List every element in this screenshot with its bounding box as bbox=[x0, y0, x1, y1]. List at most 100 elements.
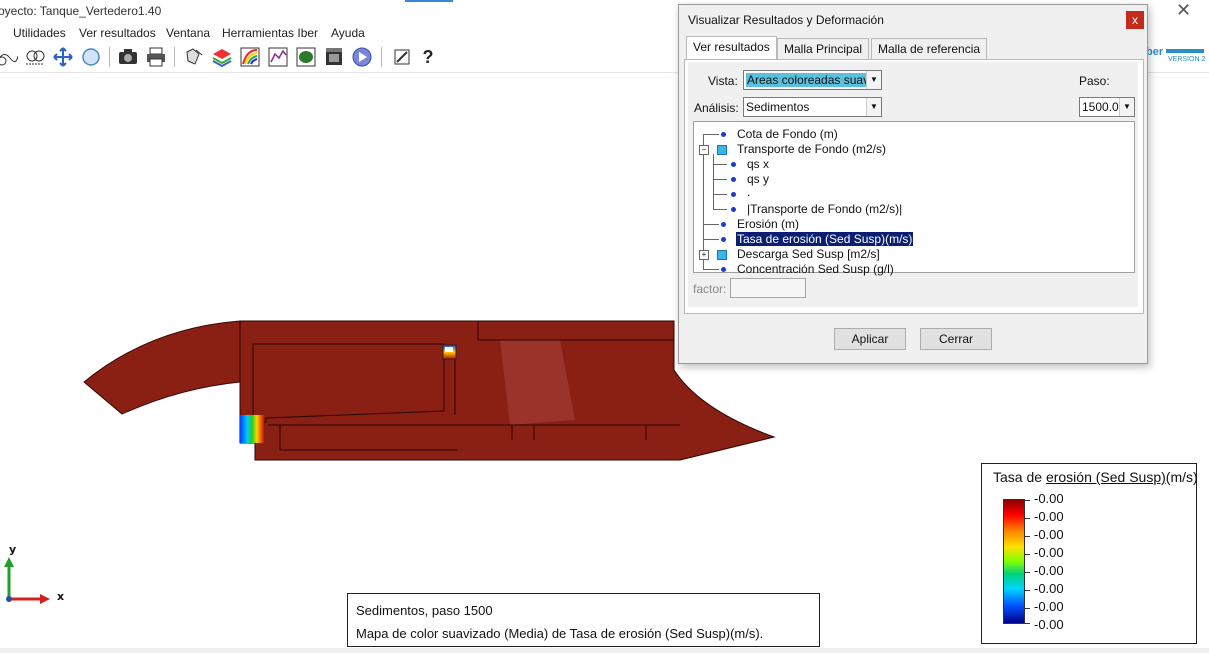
analisis-label: Análisis: bbox=[694, 101, 739, 115]
tab-malla-principal[interactable]: Malla Principal bbox=[777, 38, 870, 60]
y-axis-label: y bbox=[9, 543, 17, 556]
rainbow-icon[interactable] bbox=[239, 46, 261, 68]
legend-value: -0.00 bbox=[1034, 581, 1064, 596]
sphere-icon[interactable] bbox=[80, 46, 102, 68]
legend-tick bbox=[1025, 536, 1030, 537]
tree-item-transporte-abs[interactable]: |Transporte de Fondo (m2/s)| bbox=[747, 202, 902, 216]
tree-item-transporte-fondo[interactable]: Transporte de Fondo (m2/s) bbox=[737, 142, 886, 156]
tree-item-cota-fondo[interactable]: Cota de Fondo (m) bbox=[737, 127, 838, 141]
vista-select[interactable]: Areas coloreadas suave ▼ bbox=[743, 70, 882, 90]
analisis-value: Sedimentos bbox=[746, 100, 810, 114]
legend-title-pre: Tasa de bbox=[993, 469, 1046, 485]
dialog-title: Visualizar Resultados y Deformación bbox=[688, 13, 884, 27]
result-dot-icon bbox=[721, 267, 726, 272]
result-dot-icon bbox=[731, 207, 736, 212]
tree-item-erosion[interactable]: Erosión (m) bbox=[737, 217, 799, 231]
iber-logo: ber VERSION 2 bbox=[1146, 46, 1205, 63]
tree-branch bbox=[703, 269, 719, 270]
result-dot-icon bbox=[721, 237, 726, 242]
result-dot-icon bbox=[721, 222, 726, 227]
tab-malla-referencia[interactable]: Malla de referencia bbox=[871, 38, 988, 60]
tree-branch bbox=[703, 239, 719, 240]
chevron-down-icon[interactable]: ▼ bbox=[866, 71, 881, 89]
legend-value: -0.00 bbox=[1034, 617, 1064, 632]
rotate-icon[interactable] bbox=[183, 46, 205, 68]
inlet-hotspot bbox=[240, 415, 264, 443]
menu-ayuda[interactable]: Ayuda bbox=[331, 26, 365, 40]
play-icon[interactable] bbox=[351, 46, 373, 68]
tree-branch bbox=[713, 209, 727, 210]
legend-tick bbox=[1025, 572, 1030, 573]
menu-ver-resultados[interactable]: Ver resultados bbox=[79, 26, 156, 40]
tree-collapse-icon[interactable]: − bbox=[699, 145, 709, 155]
legend-value: -0.00 bbox=[1034, 599, 1064, 614]
dialog-close-button[interactable]: x bbox=[1126, 11, 1144, 29]
result-dot-icon bbox=[731, 162, 736, 167]
film-icon[interactable] bbox=[323, 46, 345, 68]
title-accent bbox=[405, 0, 453, 2]
tree-branch bbox=[713, 164, 727, 165]
tree-item-concentracion[interactable]: Concentración Sed Susp (g/l) bbox=[737, 262, 894, 276]
tree-branch bbox=[703, 224, 719, 225]
chevron-down-icon[interactable]: ▼ bbox=[1119, 98, 1134, 116]
analisis-select[interactable]: Sedimentos ▼ bbox=[743, 97, 882, 117]
bottom-strip bbox=[0, 648, 1209, 653]
menu-utilidades[interactable]: Utilidades bbox=[13, 26, 66, 40]
legend-value: -0.00 bbox=[1034, 509, 1064, 524]
menu-herramientas-iber[interactable]: Herramientas Iber bbox=[222, 26, 318, 40]
tab-ver-resultados[interactable]: Ver resultados bbox=[686, 36, 777, 61]
toolbar-separator bbox=[381, 47, 382, 67]
settings-icon[interactable] bbox=[391, 46, 413, 68]
tree-expand-icon[interactable]: + bbox=[699, 250, 709, 260]
axes-indicator bbox=[4, 557, 50, 604]
status-line-1: Sedimentos, paso 1500 bbox=[356, 603, 493, 618]
factor-label: factor: bbox=[693, 282, 727, 296]
menu-ventana[interactable]: Ventana bbox=[166, 26, 210, 40]
gauge-marker bbox=[445, 347, 453, 352]
logo-version: VERSION 2 bbox=[1168, 56, 1206, 63]
result-dot-icon bbox=[721, 132, 726, 137]
result-group-icon bbox=[717, 250, 727, 260]
pan-icon[interactable] bbox=[52, 46, 74, 68]
apply-button[interactable]: Aplicar bbox=[834, 328, 906, 350]
tree-line bbox=[713, 154, 714, 209]
result-dot-icon bbox=[731, 177, 736, 182]
legend-value: -0.00 bbox=[1034, 563, 1064, 578]
channel-inlet bbox=[83, 320, 241, 415]
results-tree: Cota de Fondo (m) − Transporte de Fondo … bbox=[693, 121, 1135, 276]
paso-select[interactable]: 1500.0 ▼ bbox=[1079, 97, 1135, 117]
tree-item-qs-x[interactable]: qs x bbox=[747, 157, 769, 171]
legend-value: -0.00 bbox=[1034, 545, 1064, 560]
tree-branch bbox=[713, 194, 727, 195]
legend-tick bbox=[1025, 518, 1030, 519]
print-icon[interactable] bbox=[145, 46, 167, 68]
tree-branch bbox=[713, 179, 727, 180]
layers-icon[interactable] bbox=[211, 46, 233, 68]
window-close-icon[interactable]: ✕ bbox=[1176, 0, 1191, 21]
x-axis-label: x bbox=[57, 590, 65, 603]
window-title: oyecto: Tanque_Vertedero1.40 bbox=[0, 4, 162, 18]
help-icon[interactable]: ? bbox=[417, 46, 439, 68]
logo-bar bbox=[1166, 49, 1204, 53]
legend-tick bbox=[1025, 590, 1030, 591]
close-button[interactable]: Cerrar bbox=[920, 328, 992, 350]
tree-branch bbox=[703, 134, 719, 135]
factor-input[interactable] bbox=[730, 278, 806, 298]
camera-icon[interactable] bbox=[117, 46, 139, 68]
mesh-view-icon[interactable] bbox=[0, 46, 18, 68]
legend-title: Tasa de erosión (Sed Susp)(m/s) bbox=[993, 469, 1198, 485]
legend-tick bbox=[1025, 554, 1030, 555]
vista-label: Vista: bbox=[708, 74, 738, 88]
chevron-down-icon[interactable]: ▼ bbox=[866, 98, 881, 116]
graph-icon[interactable] bbox=[267, 46, 289, 68]
tree-item-qs-y[interactable]: qs y bbox=[747, 172, 769, 186]
surface-icon[interactable] bbox=[295, 46, 317, 68]
legend-tick bbox=[1025, 608, 1030, 609]
tree-item-descarga[interactable]: Descarga Sed Susp [m2/s] bbox=[737, 247, 880, 261]
legend-title-underlined: erosión (Sed Susp) bbox=[1045, 469, 1166, 485]
tree-item-tasa-erosion[interactable]: Tasa de erosión (Sed Susp)(m/s) bbox=[734, 231, 915, 247]
tree-item-dot[interactable]: . bbox=[747, 185, 750, 199]
legend-title-post: (m/s) bbox=[1165, 469, 1198, 485]
mesh-contour-icon[interactable] bbox=[24, 46, 46, 68]
paso-label: Paso: bbox=[1079, 74, 1110, 88]
